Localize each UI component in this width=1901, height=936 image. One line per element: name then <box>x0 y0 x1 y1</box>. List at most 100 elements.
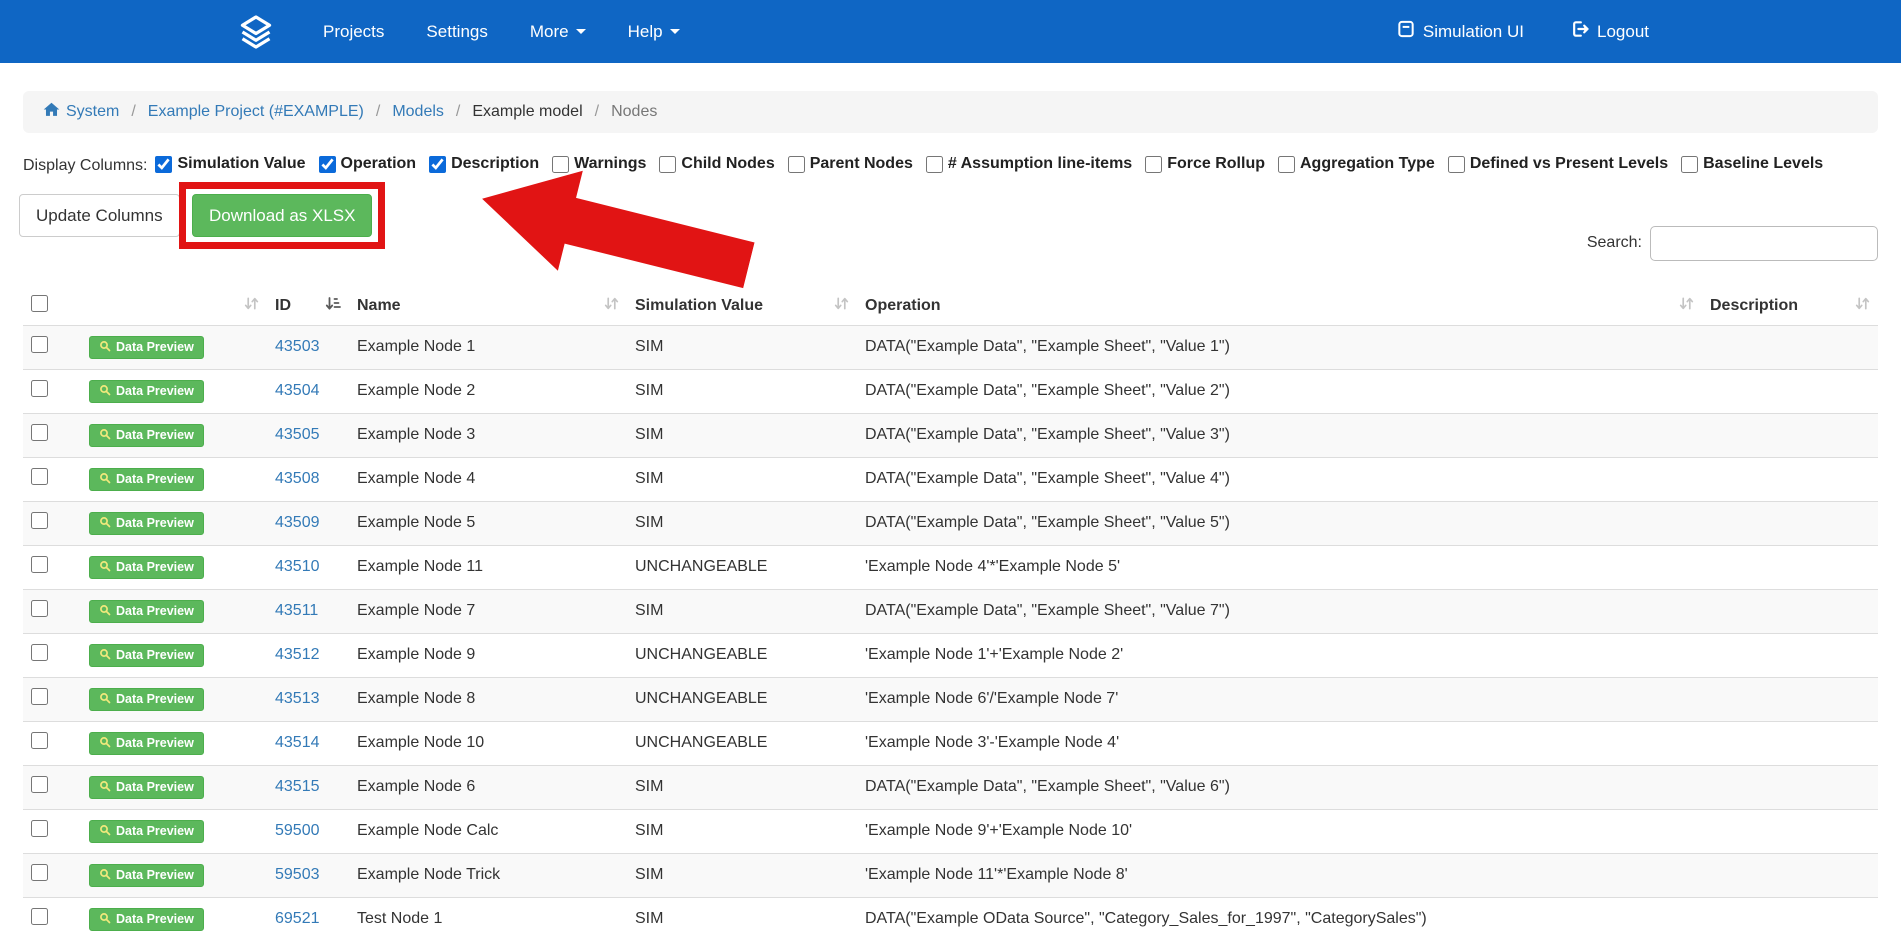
column-toggle-force-rollup[interactable]: Force Rollup <box>1145 155 1265 173</box>
column-toggle-child-nodes[interactable]: Child Nodes <box>659 155 774 173</box>
node-id-link[interactable]: 43512 <box>275 646 320 663</box>
row-checkbox[interactable] <box>31 732 48 749</box>
node-id-link[interactable]: 43504 <box>275 382 320 399</box>
column-toggle-checkbox[interactable] <box>788 156 805 173</box>
row-checkbox[interactable] <box>31 512 48 529</box>
update-columns-button[interactable]: Update Columns <box>19 194 180 237</box>
column-toggle-checkbox[interactable] <box>1145 156 1162 173</box>
row-checkbox[interactable] <box>31 688 48 705</box>
data-preview-button[interactable]: Data Preview <box>89 688 204 711</box>
data-preview-button[interactable]: Data Preview <box>89 468 204 491</box>
column-toggle-parent-nodes[interactable]: Parent Nodes <box>788 155 913 173</box>
nodes-table: IDNameSimulation ValueOperation Descripti… <box>23 287 1878 936</box>
data-preview-button[interactable]: Data Preview <box>89 600 204 623</box>
node-id-link[interactable]: 69521 <box>275 910 320 927</box>
table-row: Data Preview43509Example Node 5SIMDATA("… <box>23 501 1878 545</box>
column-toggle-checkbox[interactable] <box>429 156 446 173</box>
column-header-label: Description <box>1710 297 1798 314</box>
data-preview-button[interactable]: Data Preview <box>89 908 204 931</box>
column-header-name[interactable]: Name <box>349 287 627 326</box>
nav-item-logout[interactable]: Logout <box>1570 19 1649 44</box>
column-toggle-defined-vs-present-levels[interactable]: Defined vs Present Levels <box>1448 155 1668 173</box>
node-id-link[interactable]: 43513 <box>275 690 320 707</box>
data-preview-button[interactable]: Data Preview <box>89 732 204 755</box>
node-id-link[interactable]: 43505 <box>275 426 320 443</box>
table-row: Data Preview43512Example Node 9UNCHANGEA… <box>23 633 1878 677</box>
data-preview-button[interactable]: Data Preview <box>89 820 204 843</box>
nav-item-more[interactable]: More <box>509 22 607 42</box>
row-checkbox[interactable] <box>31 908 48 925</box>
node-id-link[interactable]: 43514 <box>275 734 320 751</box>
breadcrumb-link-models[interactable]: Models <box>392 103 444 121</box>
column-toggle-checkbox[interactable] <box>1278 156 1295 173</box>
controls-row: Update Columns Download as XLSX Search: <box>23 182 1878 287</box>
column-toggle-assumption-line-items[interactable]: # Assumption line-items <box>926 155 1132 173</box>
column-toggle-baseline-levels[interactable]: Baseline Levels <box>1681 155 1823 173</box>
node-operation-cell: DATA("Example Data", "Example Sheet", "V… <box>857 413 1702 457</box>
column-toggle-operation[interactable]: Operation <box>319 155 417 173</box>
data-preview-button[interactable]: Data Preview <box>89 776 204 799</box>
data-preview-button[interactable]: Data Preview <box>89 864 204 887</box>
row-checkbox[interactable] <box>31 864 48 881</box>
search-input[interactable] <box>1650 226 1878 261</box>
column-toggle-checkbox[interactable] <box>155 156 172 173</box>
node-id-link[interactable]: 43509 <box>275 514 320 531</box>
data-preview-button[interactable]: Data Preview <box>89 556 204 579</box>
node-name-cell: Example Node 11 <box>349 545 627 589</box>
data-preview-button[interactable]: Data Preview <box>89 336 204 359</box>
row-checkbox[interactable] <box>31 600 48 617</box>
node-id-link[interactable]: 43503 <box>275 338 320 355</box>
node-description-cell <box>1702 809 1878 853</box>
row-checkbox[interactable] <box>31 468 48 485</box>
nav-item-settings[interactable]: Settings <box>405 22 508 42</box>
row-checkbox[interactable] <box>31 644 48 661</box>
data-preview-button[interactable]: Data Preview <box>89 512 204 535</box>
row-checkbox[interactable] <box>31 380 48 397</box>
data-preview-label: Data Preview <box>116 780 194 794</box>
data-preview-button[interactable]: Data Preview <box>89 380 204 403</box>
node-id-link[interactable]: 43508 <box>275 470 320 487</box>
column-toggle-description[interactable]: Description <box>429 155 539 173</box>
column-toggle-checkbox[interactable] <box>926 156 943 173</box>
column-toggle-checkbox[interactable] <box>1448 156 1465 173</box>
breadcrumb-link-system[interactable]: System <box>66 103 119 121</box>
node-id-link[interactable]: 59500 <box>275 822 320 839</box>
download-xlsx-button[interactable]: Download as XLSX <box>192 194 372 237</box>
node-id-link[interactable]: 43515 <box>275 778 320 795</box>
display-columns-bar: Display Columns: Simulation ValueOperati… <box>23 155 1878 178</box>
column-toggle-simulation-value[interactable]: Simulation Value <box>155 155 305 173</box>
row-checkbox[interactable] <box>31 556 48 573</box>
table-row: Data Preview43515Example Node 6SIMDATA("… <box>23 765 1878 809</box>
column-header-simulation-value[interactable]: Simulation Value <box>627 287 857 326</box>
column-toggle-checkbox[interactable] <box>659 156 676 173</box>
nav-item-simulation-ui[interactable]: Simulation UI <box>1396 19 1524 44</box>
search-control: Search: <box>1587 226 1878 261</box>
nav-item-help[interactable]: Help <box>607 22 701 42</box>
data-preview-button[interactable]: Data Preview <box>89 644 204 667</box>
node-id-link[interactable]: 43511 <box>275 602 318 619</box>
select-all-checkbox[interactable] <box>31 295 48 312</box>
column-toggle-checkbox[interactable] <box>1681 156 1698 173</box>
search-icon <box>99 428 111 443</box>
node-id-link[interactable]: 43510 <box>275 558 320 575</box>
nav-item-projects[interactable]: Projects <box>302 22 405 42</box>
data-preview-button[interactable]: Data Preview <box>89 424 204 447</box>
row-checkbox[interactable] <box>31 820 48 837</box>
column-toggle-warnings[interactable]: Warnings <box>552 155 646 173</box>
node-id-link[interactable]: 59503 <box>275 866 320 883</box>
column-header-description[interactable]: Description <box>1702 287 1878 326</box>
column-header-data-preview[interactable] <box>81 287 267 326</box>
layers-logo-icon[interactable] <box>238 14 274 50</box>
column-toggle-checkbox[interactable] <box>552 156 569 173</box>
row-checkbox[interactable] <box>31 336 48 353</box>
column-header-id[interactable]: ID <box>267 287 349 326</box>
column-toggle-label: Simulation Value <box>177 155 305 173</box>
column-toggle-checkbox[interactable] <box>319 156 336 173</box>
sort-icon <box>1679 295 1694 317</box>
node-name-cell: Example Node 7 <box>349 589 627 633</box>
row-checkbox[interactable] <box>31 776 48 793</box>
column-toggle-aggregation-type[interactable]: Aggregation Type <box>1278 155 1435 173</box>
breadcrumb-link-example-project-example[interactable]: Example Project (#EXAMPLE) <box>148 103 364 121</box>
row-checkbox[interactable] <box>31 424 48 441</box>
column-header-operation[interactable]: Operation <box>857 287 1702 326</box>
